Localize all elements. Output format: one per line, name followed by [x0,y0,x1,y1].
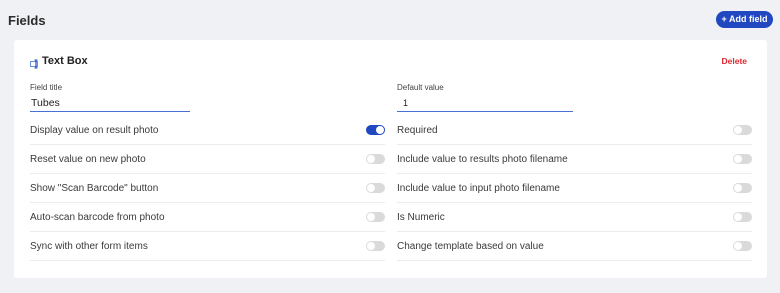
option-row-auto-scan-barcode-from-photo: Auto-scan barcode from photo [30,203,385,232]
option-row-required: Required [397,116,752,145]
toggle-switch[interactable] [733,154,752,164]
toggle-knob [734,126,742,134]
option-row-include-value-to-results-photo-filename: Include value to results photo filename [397,145,752,174]
option-row-show-scan-barcode-button: Show "Scan Barcode" button [30,174,385,203]
option-row-sync-with-other-form-items: Sync with other form items [30,232,385,261]
toggle-switch[interactable] [366,154,385,164]
add-field-button[interactable]: + Add field [716,11,773,28]
toggle-knob [734,184,742,192]
card-title: Text Box [42,55,88,67]
toggle-knob [367,213,375,221]
option-row-change-template-based-on-value: Change template based on value [397,232,752,261]
toggle-switch[interactable] [366,183,385,193]
toggle-knob [367,184,375,192]
toggle-switch[interactable] [733,183,752,193]
toggle-knob [367,242,375,250]
option-label: Change template based on value [397,240,544,252]
option-row-include-value-to-input-photo-filename: Include value to input photo filename [397,174,752,203]
text-box-icon [30,56,40,69]
toggle-switch[interactable] [733,212,752,222]
toggle-knob [734,242,742,250]
option-label: Include value to input photo filename [397,182,560,194]
delete-button[interactable]: Delete [721,56,747,66]
field-title-input[interactable] [30,95,190,112]
card-header: Text Box [30,54,88,69]
toggle-switch[interactable] [733,241,752,251]
toggle-switch[interactable] [366,212,385,222]
page-title: Fields [8,13,46,28]
default-value-input[interactable] [397,95,573,112]
field-title-group: Field title [30,83,190,112]
toggle-switch[interactable] [733,125,752,135]
option-row-display-value-on-result-photo: Display value on result photo [30,116,385,145]
toggle-switch[interactable] [366,241,385,251]
field-title-label: Field title [30,83,63,92]
option-label: Required [397,124,438,136]
option-row-is-numeric: Is Numeric [397,203,752,232]
option-label: Is Numeric [397,211,445,223]
option-label: Sync with other form items [30,240,148,252]
option-label: Reset value on new photo [30,153,146,165]
option-label: Show "Scan Barcode" button [30,182,159,194]
default-value-group: Default value [397,83,573,112]
toggle-knob [367,155,375,163]
option-label: Display value on result photo [30,124,159,136]
option-label: Auto-scan barcode from photo [30,211,165,223]
default-value-label: Default value [397,83,444,92]
option-row-reset-value-on-new-photo: Reset value on new photo [30,145,385,174]
toggle-knob [734,213,742,221]
toggle-switch[interactable] [366,125,385,135]
toggle-knob [734,155,742,163]
field-card: Text Box Delete Field title Default valu… [14,40,767,278]
toggle-knob [376,126,384,134]
option-label: Include value to results photo filename [397,153,568,165]
